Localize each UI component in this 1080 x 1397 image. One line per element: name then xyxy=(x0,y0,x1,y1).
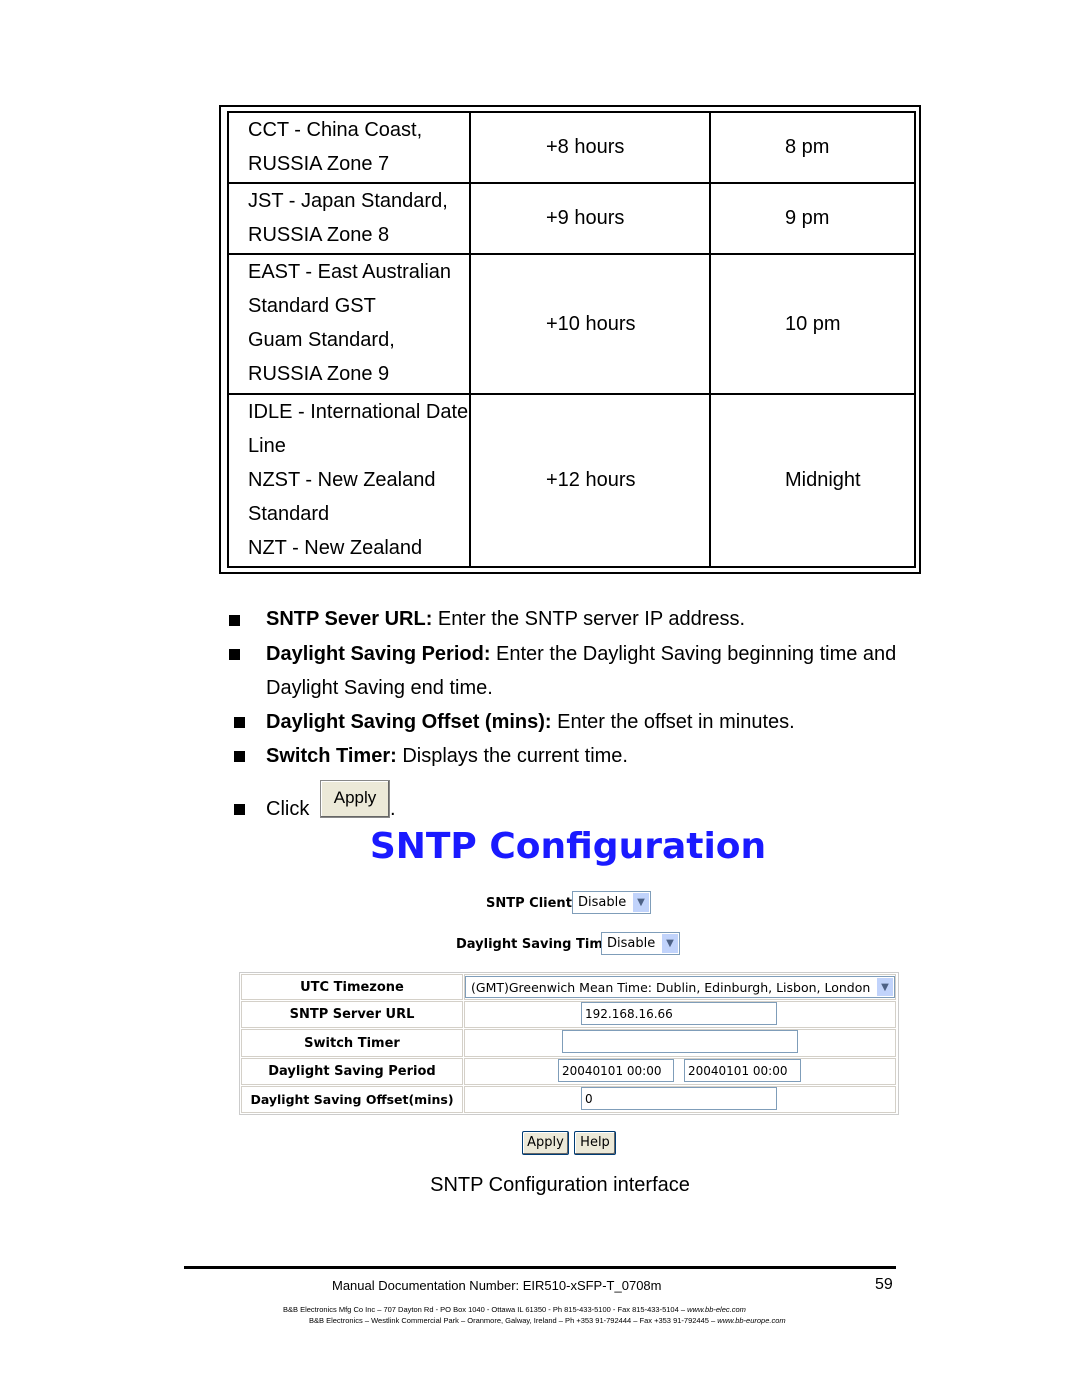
time-cell: 8 pm xyxy=(709,111,916,184)
time: 8 pm xyxy=(785,136,830,158)
sntp-client-label: SNTP Client : xyxy=(486,896,582,911)
offset: +8 hours xyxy=(546,136,625,158)
utc-label: UTC Timezone xyxy=(241,974,463,1000)
time-cell: 9 pm xyxy=(709,182,916,255)
timer-label: Switch Timer xyxy=(241,1029,463,1057)
doc-number: Manual Documentation Number: EIR510-xSFP… xyxy=(332,1278,662,1293)
zone-name: RUSSIA Zone 7 xyxy=(248,153,390,175)
document-page: CCT - China Coast, RUSSIA Zone 7 +8 hour… xyxy=(0,0,1080,1397)
server-label: SNTP Server URL xyxy=(241,1001,463,1028)
timezone-table: CCT - China Coast, RUSSIA Zone 7 +8 hour… xyxy=(219,105,921,574)
period-label: Daylight Saving Period xyxy=(241,1058,463,1085)
offset-cell: +12 hours xyxy=(469,393,711,568)
time-cell: Midnight xyxy=(709,393,916,568)
dst-select[interactable]: Disable ▼ xyxy=(601,932,680,955)
bullet-sntp-url: SNTP Sever URL: Enter the SNTP server IP… xyxy=(266,608,746,630)
zone-name: Standard GST xyxy=(248,295,376,317)
table-row: EAST - East Australian Standard GST Guam… xyxy=(227,253,471,395)
sntp-server-input[interactable]: 192.168.16.66 xyxy=(581,1002,777,1025)
offset-cell: +10 hours xyxy=(469,253,711,395)
utc-timezone-select[interactable]: (GMT)Greenwich Mean Time: Dublin, Edinbu… xyxy=(465,976,895,998)
zone-name: CCT - China Coast, xyxy=(248,119,423,141)
help-button[interactable]: Help xyxy=(574,1131,616,1155)
offset-cell: +9 hours xyxy=(469,182,711,255)
bullet-switch-timer: Switch Timer: Displays the current time. xyxy=(266,745,628,767)
bullet-icon xyxy=(234,751,245,762)
zone-name: Guam Standard, xyxy=(248,329,395,351)
time: 10 pm xyxy=(785,312,841,335)
offset: +12 hours xyxy=(546,469,636,491)
zone-name: NZT - New Zealand xyxy=(248,537,423,559)
chevron-down-icon: ▼ xyxy=(877,978,893,996)
table-row: IDLE - International Date Line NZST - Ne… xyxy=(227,393,471,568)
dst-label: Daylight Saving Time : xyxy=(456,937,622,952)
form-title: SNTP Configuration xyxy=(369,826,767,867)
dst-start-input[interactable]: 20040101 00:00 xyxy=(558,1059,674,1082)
zone-name: Standard xyxy=(248,503,330,525)
dst-end-input[interactable]: 20040101 00:00 xyxy=(684,1059,801,1082)
bullet-click: Click xyxy=(266,798,310,820)
bullet-dst-offset: Daylight Saving Offset (mins): Enter the… xyxy=(266,711,795,733)
sntp-client-select[interactable]: Disable ▼ xyxy=(572,891,651,914)
zone-name: EAST - East Australian xyxy=(248,261,452,283)
period-cell xyxy=(464,1058,896,1085)
zone-name: RUSSIA Zone 9 xyxy=(248,363,390,385)
footer-address-eu: B&B Electronics – Westlink Commercial Pa… xyxy=(309,1316,786,1325)
zone-name: NZST - New Zealand xyxy=(248,469,436,491)
offset-label: Daylight Saving Offset(mins) xyxy=(241,1086,463,1113)
table-row: CCT - China Coast, RUSSIA Zone 7 xyxy=(227,111,471,184)
apply-button[interactable]: Apply xyxy=(522,1131,569,1155)
footer-address-us: B&B Electronics Mfg Co Inc – 707 Dayton … xyxy=(283,1305,746,1314)
chevron-down-icon: ▼ xyxy=(633,893,649,912)
period: . xyxy=(390,798,396,820)
bullet-icon xyxy=(234,804,245,815)
zone-name: IDLE - International Date xyxy=(248,401,469,423)
switch-timer-input[interactable] xyxy=(562,1030,798,1053)
time-cell: 10 pm xyxy=(709,253,916,395)
page-number: 59 xyxy=(875,1276,893,1293)
zone-name: Line xyxy=(248,435,286,457)
bullet-dst-period: Daylight Saving Period: Enter the Daylig… xyxy=(266,643,897,665)
bullet-icon xyxy=(229,649,240,660)
dst-offset-input[interactable]: 0 xyxy=(581,1087,777,1110)
offset-cell: +8 hours xyxy=(469,111,711,184)
offset: +9 hours xyxy=(546,207,625,229)
footer-rule xyxy=(184,1266,896,1269)
chevron-down-icon: ▼ xyxy=(662,934,678,953)
time: 9 pm xyxy=(785,207,830,229)
bullet-icon xyxy=(229,615,240,626)
bullet-icon xyxy=(234,717,245,728)
time: Midnight xyxy=(785,469,861,491)
apply-button-illustration[interactable]: Apply xyxy=(320,780,390,818)
sntp-settings-table: UTC Timezone SNTP Server URL Switch Time… xyxy=(239,972,899,1115)
zone-name: RUSSIA Zone 8 xyxy=(248,224,390,246)
zone-name: JST - Japan Standard, xyxy=(248,190,448,212)
table-row: JST - Japan Standard, RUSSIA Zone 8 xyxy=(227,182,471,255)
bullet-continuation: Daylight Saving end time. xyxy=(266,677,493,699)
offset: +10 hours xyxy=(546,312,636,335)
figure-caption: SNTP Configuration interface xyxy=(430,1174,690,1196)
